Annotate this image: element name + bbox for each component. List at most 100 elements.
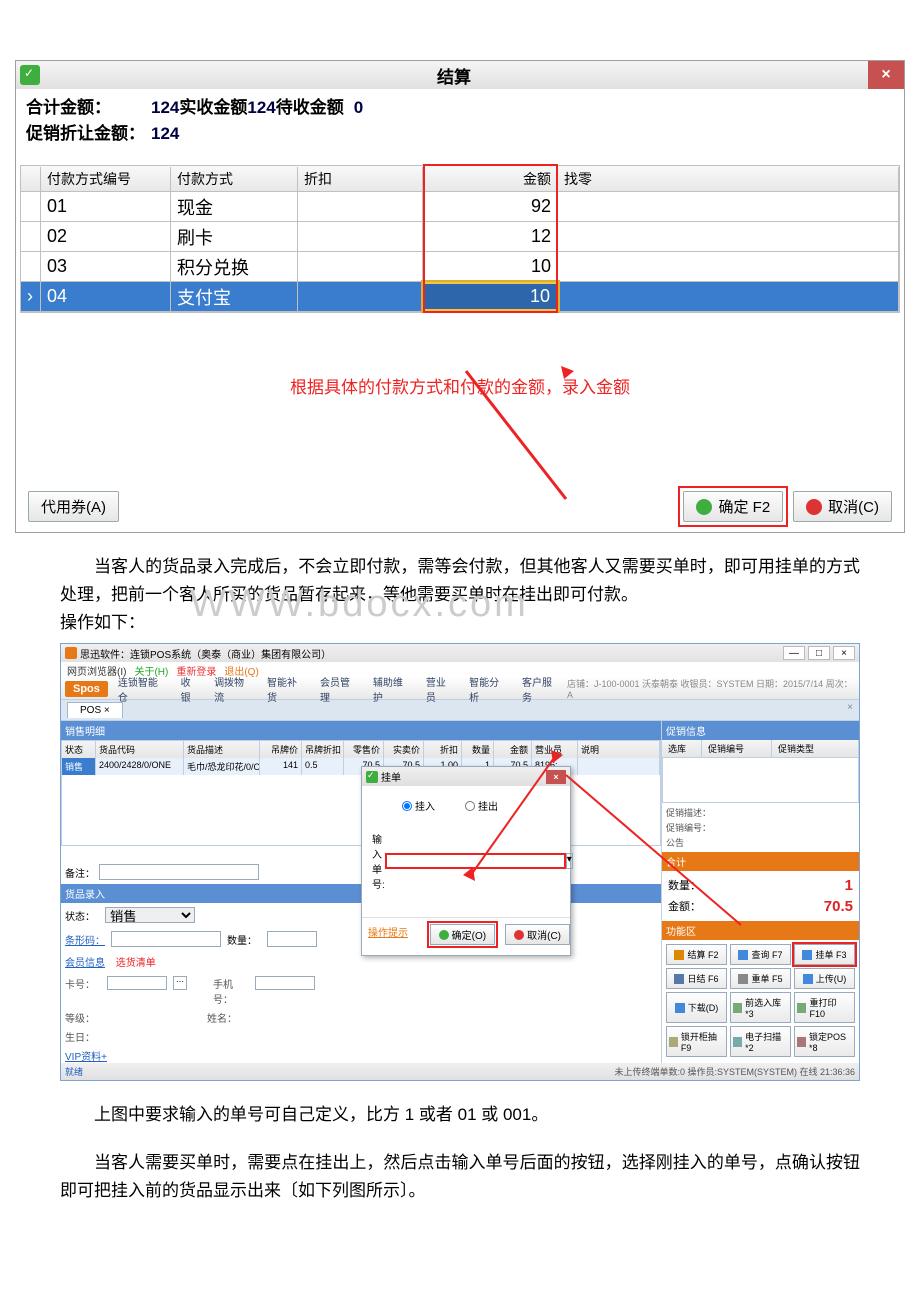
- barcode-label[interactable]: 条形码：: [65, 932, 105, 947]
- tab-close-icon[interactable]: ×: [847, 702, 853, 713]
- member-grid: 卡号：⋯ 手机号： 等级： 姓名： 生日：: [61, 972, 661, 1048]
- nav-item[interactable]: 营业员: [420, 672, 461, 706]
- tab-pick-list[interactable]: 选货清单: [116, 958, 156, 969]
- phone-input[interactable]: [255, 976, 315, 990]
- promo-header: 促销信息: [662, 721, 859, 740]
- check-icon: [439, 930, 449, 940]
- actual-label: 实收金额: [179, 98, 247, 117]
- hold-input-label: 输入单号:: [372, 831, 385, 891]
- status-select[interactable]: 销售: [105, 907, 195, 923]
- col-change: 找零: [558, 167, 899, 191]
- checkmark-icon: [20, 65, 40, 85]
- search-icon: [738, 950, 748, 960]
- pos-nav: 连锁智能仓 收银 调拨物流 智能补货 会员管理 辅助维护 营业员 智能分析 客户…: [112, 672, 567, 706]
- hold-dialog: 挂单 × 挂入 挂出 输入单号: ▾: [361, 766, 571, 956]
- pos-window: 思迅软件：连锁POS系统（奥泰（商业）集团有限公司） — □ × 网页浏览器(I…: [60, 643, 860, 1081]
- fn-upload[interactable]: 上传(U): [794, 968, 855, 989]
- fn-hold[interactable]: 挂单 F3: [794, 944, 855, 965]
- fn-reprint[interactable]: 重打印 F10: [794, 992, 855, 1023]
- hold-number-input[interactable]: [385, 853, 566, 869]
- fn-instock[interactable]: 前选入库 *3: [730, 992, 791, 1023]
- calendar-icon: [674, 974, 684, 984]
- close-button[interactable]: ×: [868, 61, 904, 89]
- nav-item[interactable]: 智能补货: [261, 672, 312, 706]
- col-discount: 折扣: [298, 167, 423, 191]
- window-close-button[interactable]: ×: [833, 646, 855, 660]
- minimize-button[interactable]: —: [783, 646, 805, 660]
- total-header: 合计: [662, 852, 859, 871]
- nav-item[interactable]: 调拨物流: [208, 672, 259, 706]
- lock-icon: [797, 1037, 806, 1047]
- barcode-input[interactable]: [111, 931, 221, 947]
- col-method: 付款方式: [171, 167, 298, 191]
- nav-item[interactable]: 连锁智能仓: [112, 672, 173, 706]
- pos-statusbar: 就绪 未上传终端单数:0 操作员:SYSTEM(SYSTEM) 在线 21:36…: [61, 1063, 859, 1080]
- pending-value: 0: [354, 98, 363, 117]
- fn-drawer[interactable]: 锁开柜抽 F9: [666, 1026, 727, 1057]
- dropdown-icon[interactable]: ▾: [566, 853, 573, 869]
- hold-icon: [802, 950, 812, 960]
- remarks-input[interactable]: [99, 864, 259, 880]
- box-icon: [733, 1003, 742, 1013]
- paragraph-3: 当客人需要买单时，需要点在挂出上，然后点击输入单号后面的按钮，选择刚挂入的单号，…: [60, 1149, 860, 1205]
- fn-daily[interactable]: 日结 F6: [666, 968, 727, 989]
- vip-link[interactable]: VIP资料+: [61, 1048, 661, 1063]
- pos-window-titlebar: 思迅软件：连锁POS系统（奥泰（商业）集团有限公司） — □ ×: [61, 644, 859, 662]
- radio-hold-out[interactable]: 挂出: [465, 798, 498, 813]
- qty-label: 数量：: [227, 932, 261, 947]
- pos-window-title: 思迅软件：连锁POS系统（奥泰（商业）集团有限公司）: [80, 646, 331, 661]
- col-code: 付款方式编号: [41, 167, 171, 191]
- paragraph-1b: 操作如下：: [60, 609, 860, 637]
- settlement-summary: 合计金额： 促销折让金额： 124 124 实收金额 124 待收金额 0: [16, 89, 904, 165]
- annotation-line: 根据具体的付款方式和付款的金额，录入金额: [16, 373, 904, 473]
- pos-topbar: Spos 连锁智能仓 收银 调拨物流 智能补货 会员管理 辅助维护 营业员 智能…: [61, 678, 859, 700]
- maximize-button[interactable]: □: [808, 646, 830, 660]
- hold-ok-button[interactable]: 确定(O): [430, 924, 495, 945]
- function-grid: 结算 F2 查询 F7 挂单 F3 日结 F6 重单 F5 上传(U) 下载(D…: [662, 940, 859, 1061]
- status-label: 状态：: [65, 908, 99, 923]
- minus-icon: [514, 930, 524, 940]
- paragraph-1: 当客人的货品录入完成后，不会立即付款，需等会付款，但其他客人又需要买单时，即可用…: [60, 553, 860, 609]
- app-icon: [65, 647, 77, 659]
- fn-redo[interactable]: 重单 F5: [730, 968, 791, 989]
- amt-total: 70.5: [824, 898, 853, 915]
- total-label: 合计金额：: [26, 98, 111, 117]
- settlement-titlebar: 结算 ×: [16, 61, 904, 89]
- tab-pos[interactable]: POS ×: [67, 702, 123, 718]
- nav-item[interactable]: 辅助维护: [367, 672, 418, 706]
- hold-help-link[interactable]: 操作提示: [368, 924, 408, 945]
- payment-row[interactable]: 01 现金 92: [21, 192, 899, 222]
- remarks-label: 备注：: [65, 865, 95, 880]
- settlement-dialog: 结算 × 合计金额： 促销折让金额： 124 124 实收金额 124 待收金额…: [15, 60, 905, 533]
- sale-header: 销售明细: [61, 721, 661, 740]
- radio-hold-in[interactable]: 挂入: [402, 798, 435, 813]
- col-amount: 金额: [423, 167, 558, 191]
- hold-cancel-button[interactable]: 取消(C): [505, 924, 570, 945]
- qty-total: 1: [845, 877, 853, 894]
- promo-label: 促销折让金额：: [26, 124, 145, 143]
- promo-columns: 选库 促销编号 促销类型: [662, 740, 859, 757]
- tab-member-info[interactable]: 会员信息: [65, 958, 105, 969]
- pending-label: 待收金额: [276, 98, 354, 117]
- nav-item[interactable]: 会员管理: [314, 672, 365, 706]
- qty-input[interactable]: [267, 931, 317, 947]
- download-icon: [675, 1003, 685, 1013]
- fn-settle[interactable]: 结算 F2: [666, 944, 727, 965]
- yen-icon: [674, 950, 684, 960]
- nav-item[interactable]: 收银: [175, 672, 206, 706]
- x-icon: [738, 974, 748, 984]
- card-input[interactable]: [107, 976, 167, 990]
- fn-download[interactable]: 下载(D): [666, 992, 727, 1023]
- lookup-icon[interactable]: ⋯: [173, 976, 187, 990]
- hold-titlebar: 挂单 ×: [362, 767, 570, 786]
- fn-scan[interactable]: 电子扫描 *2: [730, 1026, 791, 1057]
- pos-logo: Spos: [65, 681, 108, 697]
- nav-item[interactable]: 客户服务: [516, 672, 567, 706]
- fn-lock[interactable]: 锁定POS *8: [794, 1026, 855, 1057]
- hold-title: 挂单: [381, 769, 401, 784]
- nav-item[interactable]: 智能分析: [463, 672, 514, 706]
- fn-query[interactable]: 查询 F7: [730, 944, 791, 965]
- settlement-title: 结算: [40, 63, 868, 88]
- promo-value: 124: [145, 124, 179, 143]
- hold-close-button[interactable]: ×: [546, 770, 566, 784]
